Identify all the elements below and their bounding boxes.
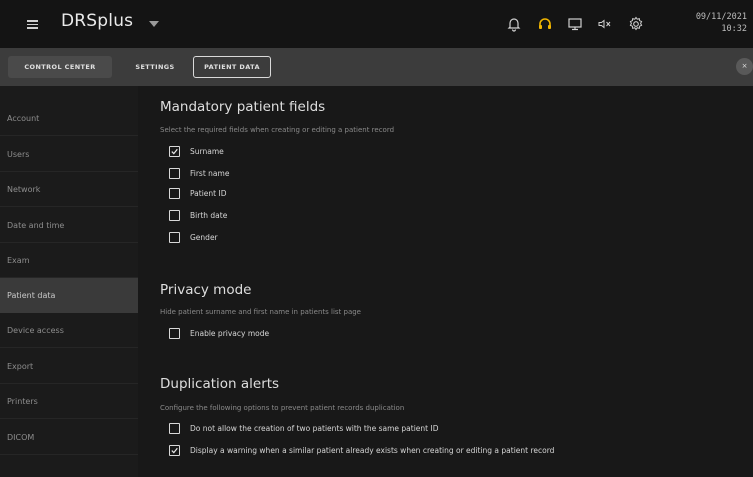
settings-sidebar: Account Users Network Date and time Exam… xyxy=(0,86,138,477)
top-bar: DRSplus 09/11/2021 10:32 xyxy=(0,0,753,48)
time-text: 10:32 xyxy=(721,24,747,34)
mandatory-fields-title: Mandatory patient fields xyxy=(160,99,326,115)
close-icon[interactable]: × xyxy=(736,58,753,75)
checkbox-label: Birth date xyxy=(190,211,228,220)
sidebar-item-export[interactable]: Export xyxy=(0,349,138,384)
sidebar-item-network[interactable]: Network xyxy=(0,172,138,207)
checkbox-label: Gender xyxy=(190,233,218,242)
tab-patient-data[interactable]: PATIENT DATA xyxy=(193,56,271,78)
block-duplicate-id-checkbox[interactable] xyxy=(169,423,180,434)
headset-icon[interactable] xyxy=(536,15,554,33)
patient-id-checkbox[interactable] xyxy=(169,188,180,199)
sidebar-item-account[interactable]: Account xyxy=(0,101,138,136)
privacy-mode-checkbox[interactable] xyxy=(169,328,180,339)
sidebar-item-dicom[interactable]: DICOM xyxy=(0,420,138,455)
mandatory-fields-subtitle: Select the required fields when creating… xyxy=(160,126,395,134)
checkbox-label: Surname xyxy=(190,147,224,156)
surname-checkbox[interactable] xyxy=(169,146,180,157)
settings-main-panel: Mandatory patient fields Select the requ… xyxy=(138,86,753,477)
app-title: DRSplus xyxy=(61,11,134,31)
sidebar-item-exam[interactable]: Exam xyxy=(0,243,138,278)
date-text: 09/11/2021 xyxy=(695,12,747,22)
monitor-icon[interactable] xyxy=(566,15,584,33)
birth-date-checkbox[interactable] xyxy=(169,210,180,221)
sidebar-item-date-and-time[interactable]: Date and time xyxy=(0,208,138,243)
tab-control-center[interactable]: CONTROL CENTER xyxy=(8,56,112,78)
duplication-alerts-title: Duplication alerts xyxy=(160,376,280,392)
speaker-muted-icon[interactable] xyxy=(596,15,614,33)
tab-settings[interactable]: SETTINGS xyxy=(122,56,188,78)
checkmark-icon xyxy=(171,447,178,454)
sidebar-item-device-access[interactable]: Device access xyxy=(0,313,138,348)
checkbox-label: Do not allow the creation of two patient… xyxy=(190,424,439,433)
sidebar-item-printers[interactable]: Printers xyxy=(0,384,138,419)
datetime-display: 09/11/2021 10:32 xyxy=(696,11,747,35)
similar-patient-warning-checkbox[interactable] xyxy=(169,445,180,456)
checkmark-icon xyxy=(171,148,178,155)
privacy-mode-subtitle: Hide patient surname and first name in p… xyxy=(160,308,361,316)
gender-checkbox[interactable] xyxy=(169,232,180,243)
gear-icon[interactable] xyxy=(627,15,645,33)
menu-icon[interactable] xyxy=(27,20,38,29)
first-name-checkbox[interactable] xyxy=(169,168,180,179)
duplication-alerts-subtitle: Configure the following options to preve… xyxy=(160,404,405,412)
checkbox-label: First name xyxy=(190,169,230,178)
checkbox-label: Enable privacy mode xyxy=(190,329,270,338)
sidebar-item-users[interactable]: Users xyxy=(0,137,138,172)
app-dropdown-caret-icon[interactable] xyxy=(149,21,159,27)
checkbox-label: Patient ID xyxy=(190,189,227,198)
bell-icon[interactable] xyxy=(505,15,523,33)
sidebar-item-patient-data[interactable]: Patient data xyxy=(0,278,138,313)
checkbox-label: Display a warning when a similar patient… xyxy=(190,446,555,455)
privacy-mode-title: Privacy mode xyxy=(160,282,252,298)
tab-bar: CONTROL CENTER SETTINGS PATIENT DATA × xyxy=(0,48,753,86)
